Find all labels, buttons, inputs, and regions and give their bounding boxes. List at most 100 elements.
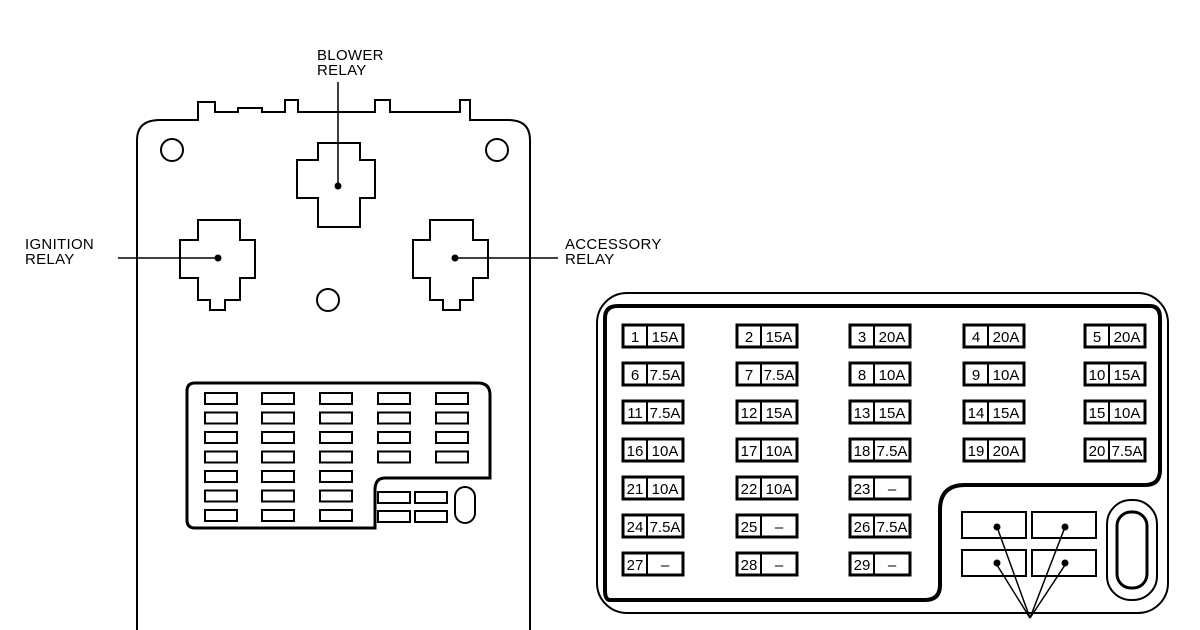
- fuse-amperage: 10A: [766, 443, 793, 460]
- fuse-slot: [377, 510, 411, 523]
- fuse-11: 11 7.5A: [621, 399, 685, 425]
- fuse-8: 8 10A: [848, 361, 912, 387]
- fuse-amperage: 10A: [993, 367, 1020, 384]
- fuse-slot: [377, 431, 411, 444]
- fuse-slot: [261, 509, 295, 522]
- fuse-slot: [435, 431, 469, 444]
- fuse-slot: [319, 470, 353, 483]
- connector: [454, 486, 476, 524]
- fuse-number: 13: [854, 405, 871, 422]
- mounting-hole: [316, 288, 340, 312]
- fuse-7: 7 7.5A: [735, 361, 799, 387]
- fuse-number: 2: [745, 329, 753, 346]
- fuse-slot: [204, 470, 238, 483]
- small-fuse-slots: [204, 392, 476, 524]
- fuse-slot: [204, 489, 238, 503]
- fuse-amperage: 10A: [652, 443, 679, 460]
- fuse-4: 4 20A: [962, 323, 1026, 349]
- fuse-amperage: 10A: [766, 481, 793, 498]
- blower-relay-label: BLOWER RELAY: [317, 47, 384, 79]
- fuse-6: 6 7.5A: [621, 361, 685, 387]
- fuse-slot: [414, 491, 448, 504]
- fuse-1: 1 15A: [621, 323, 685, 349]
- fuse-3: 3 20A: [848, 323, 912, 349]
- fuse-slot: [319, 392, 353, 405]
- fuse-number: 19: [968, 443, 985, 460]
- fuse-slot: [435, 450, 469, 464]
- fuse-amperage: 7.5A: [877, 519, 908, 536]
- fuse-13: 13 15A: [848, 399, 912, 425]
- fuse-9: 9 10A: [962, 361, 1026, 387]
- fuse-number: 24: [627, 519, 644, 536]
- fuse-26: 26 7.5A: [848, 513, 912, 539]
- fuse-number: 9: [972, 367, 980, 384]
- fuse-number: 4: [972, 329, 980, 346]
- fuse-number: 17: [741, 443, 758, 460]
- fuse-amperage: 20A: [993, 443, 1020, 460]
- fuse-amperage: –: [775, 557, 784, 574]
- fuse-20: 20 7.5A: [1083, 437, 1147, 463]
- fuse-amperage: 15A: [879, 405, 906, 422]
- fuse-slot: [261, 392, 295, 405]
- fuse-14: 14 15A: [962, 399, 1026, 425]
- leader-lines: [118, 82, 1066, 619]
- fuse-number: 29: [854, 557, 871, 574]
- fuse-amperage: 7.5A: [1112, 443, 1143, 460]
- fuse-24: 24 7.5A: [621, 513, 685, 539]
- fuse-16: 16 10A: [621, 437, 685, 463]
- fuse-number: 28: [741, 557, 758, 574]
- fuse-amperage: 15A: [993, 405, 1020, 422]
- fuse-number: 27: [627, 557, 644, 574]
- fuse-amperage: 10A: [652, 481, 679, 498]
- fuse-17: 17 10A: [735, 437, 799, 463]
- fuse-box-diagram: 1 15A 2 15A 3 20A 4 20A 5 20A 6 7.5A 7 7.5A 8 10A 9 10A 10…: [118, 82, 1169, 630]
- fuse-number: 7: [745, 367, 753, 384]
- fuse-27: 27–: [621, 551, 685, 577]
- fuse-amperage: 7.5A: [650, 405, 681, 422]
- mounting-hole: [160, 138, 184, 162]
- fuse-amperage: 15A: [1114, 367, 1141, 384]
- fuse-slot: [414, 510, 448, 523]
- fuse-25: 25–: [735, 513, 799, 539]
- fuse-19: 19 20A: [962, 437, 1026, 463]
- fuse-amperage: 7.5A: [650, 367, 681, 384]
- fuse-slot: [319, 450, 353, 464]
- fuse-number: 22: [741, 481, 758, 498]
- fuse-slot: [319, 489, 353, 503]
- fuse-amperage: –: [888, 481, 897, 498]
- fuse-amperage: 20A: [1114, 329, 1141, 346]
- fuse-slot: [319, 509, 353, 522]
- fuse-slot: [261, 411, 295, 425]
- fuse-slot: [204, 509, 238, 522]
- fuse-amperage: 7.5A: [877, 443, 908, 460]
- fuse-slot: [261, 450, 295, 464]
- fuse-number: 11: [627, 405, 643, 422]
- fuse-amperage: 7.5A: [650, 519, 681, 536]
- fuse-number: 6: [631, 367, 639, 384]
- fuse-5: 5 20A: [1083, 323, 1147, 349]
- fuse-amperage: –: [661, 557, 670, 574]
- fuse-number: 3: [858, 329, 866, 346]
- accessory-relay-socket: [412, 219, 489, 311]
- fuse-slot: [319, 411, 353, 425]
- fuse-slot: [435, 392, 469, 405]
- fuse-slot: [261, 431, 295, 444]
- fuse-slot: [377, 450, 411, 464]
- fuse-2: 2 15A: [735, 323, 799, 349]
- mounting-hole: [485, 138, 509, 162]
- fuse-number: 14: [968, 405, 985, 422]
- ignition-relay-label: IGNITION RELAY: [25, 236, 95, 268]
- fuse-slot: [204, 411, 238, 425]
- fuse-number: 12: [741, 405, 758, 422]
- fuse-number: 18: [854, 443, 871, 460]
- fuse-number: 20: [1089, 443, 1106, 460]
- fuse-28: 28–: [735, 551, 799, 577]
- fuse-number: 26: [854, 519, 871, 536]
- fuse-number: 1: [631, 329, 639, 346]
- fuse-slot: [377, 392, 411, 405]
- fuse-amperage: 10A: [1114, 405, 1141, 422]
- fuse-22: 22 10A: [735, 475, 799, 501]
- fuse-10: 10 15A: [1083, 361, 1147, 387]
- relay-panel: [136, 99, 531, 630]
- fuse-amperage: 10A: [879, 367, 906, 384]
